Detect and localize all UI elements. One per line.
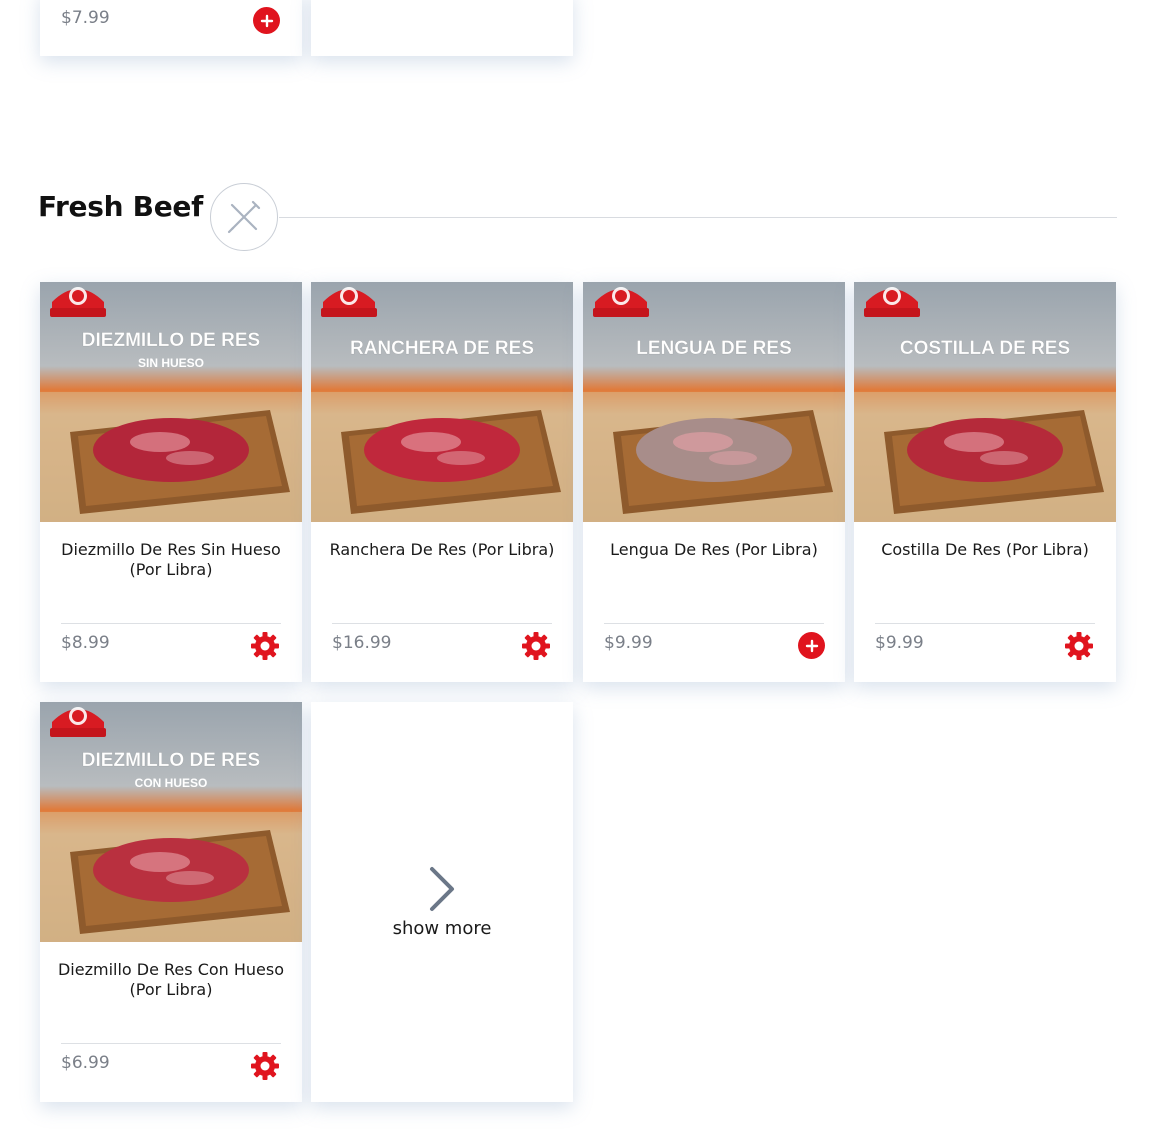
product-price: $6.99 [61, 1053, 110, 1073]
product-options-button[interactable] [250, 1051, 280, 1081]
section-title: Fresh Beef [38, 190, 203, 223]
product-price: $8.99 [61, 633, 110, 653]
product-image-title: RANCHERA DE RES [350, 338, 534, 359]
add-to-cart-button[interactable] [253, 7, 280, 34]
card-divider [61, 1043, 281, 1044]
product-card[interactable]: RANCHERA DE RES Ranchera De Res (Por Lib… [311, 282, 573, 682]
product-image[interactable]: DIEZMILLO DE RES CON HUESO [40, 702, 302, 942]
product-price: $7.99 [61, 8, 110, 28]
product-image[interactable]: COSTILLA DE RES [854, 282, 1116, 522]
product-name[interactable]: Diezmillo De Res Con Hueso (Por Libra) [56, 960, 286, 1000]
chevron-right-icon [430, 866, 454, 911]
product-name[interactable]: Costilla De Res (Por Libra) [870, 540, 1100, 560]
plus-icon [260, 14, 273, 27]
section-icon-badge [210, 183, 278, 251]
product-options-button[interactable] [521, 631, 551, 661]
product-image-subtitle: SIN HUESO [138, 356, 204, 370]
product-image-title: DIEZMILLO DE RES [82, 750, 260, 771]
product-price: $9.99 [875, 633, 924, 653]
product-options-button[interactable] [1064, 631, 1094, 661]
card-divider [61, 623, 281, 624]
gear-icon [251, 632, 279, 660]
product-card[interactable]: LENGUA DE RES Lengua De Res (Por Libra) … [583, 282, 845, 682]
section-divider [279, 217, 1117, 218]
product-card[interactable]: DIEZMILLO DE RES SIN HUESO Diezmillo De … [40, 282, 302, 682]
product-image-title: DIEZMILLO DE RES [82, 330, 260, 351]
product-card[interactable]: COSTILLA DE RES Costilla De Res (Por Lib… [854, 282, 1116, 682]
product-image[interactable]: LENGUA DE RES [583, 282, 845, 522]
plus-icon [805, 639, 818, 652]
product-image[interactable]: DIEZMILLO DE RES SIN HUESO [40, 282, 302, 522]
fork-knife-icon [227, 200, 261, 234]
product-image[interactable]: RANCHERA DE RES [311, 282, 573, 522]
product-image-title: LENGUA DE RES [636, 338, 792, 359]
product-price: $9.99 [604, 633, 653, 653]
product-options-button[interactable] [250, 631, 280, 661]
product-image-title: COSTILLA DE RES [900, 338, 1070, 359]
gear-icon [522, 632, 550, 660]
card-divider [332, 623, 552, 624]
product-card[interactable] [311, 0, 573, 56]
card-divider [604, 623, 824, 624]
product-price: $16.99 [332, 633, 392, 653]
gear-icon [251, 1052, 279, 1080]
product-name[interactable]: Ranchera De Res (Por Libra) [327, 540, 557, 560]
product-image-subtitle: CON HUESO [135, 776, 208, 790]
product-card[interactable]: $7.99 [40, 0, 302, 56]
product-card[interactable]: DIEZMILLO DE RES CON HUESO Diezmillo De … [40, 702, 302, 1102]
show-more-label: show more [392, 917, 492, 939]
product-name[interactable]: Diezmillo De Res Sin Hueso (Por Libra) [56, 540, 286, 580]
card-divider [875, 623, 1095, 624]
add-to-cart-button[interactable] [798, 632, 825, 659]
gear-icon [1065, 632, 1093, 660]
product-name[interactable]: Lengua De Res (Por Libra) [599, 540, 829, 560]
show-more-button[interactable]: show more [311, 702, 573, 1102]
